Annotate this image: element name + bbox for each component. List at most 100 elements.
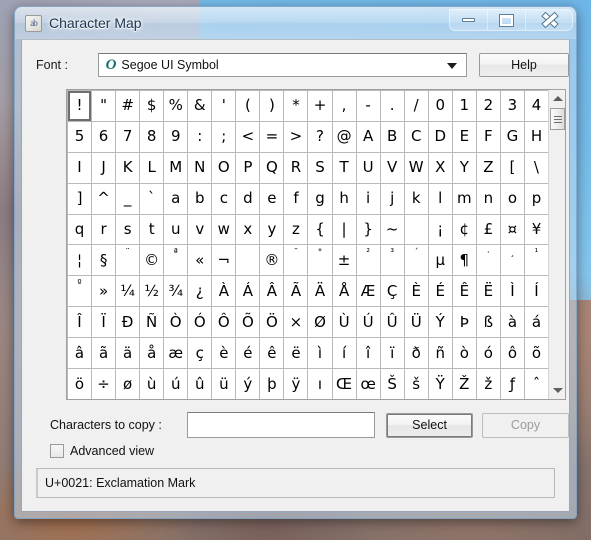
character-cell[interactable]: ¯ [284,245,308,276]
character-cell[interactable]: l [428,183,452,214]
character-cell[interactable]: F [476,121,500,152]
character-cell[interactable]: Z [476,152,500,183]
character-cell[interactable]: U [356,152,380,183]
character-cell[interactable]: œ [356,369,380,399]
character-cell[interactable]: ? [308,121,332,152]
advanced-view-row[interactable]: Advanced view [50,444,154,458]
character-cell[interactable]: H [524,121,548,152]
character-cell[interactable]: * [284,91,308,121]
character-cell[interactable]: § [92,245,116,276]
character-cell[interactable]: Ü [404,307,428,338]
character-cell[interactable]: s [116,214,140,245]
character-cell[interactable]: K [116,152,140,183]
character-cell[interactable]: V [380,152,404,183]
character-cell[interactable]: ÷ [92,369,116,399]
character-cell[interactable]: À [212,276,236,307]
character-cell[interactable]: ¨ [116,245,140,276]
character-cell[interactable]: ö [68,369,92,399]
character-cell[interactable]: ß [476,307,500,338]
character-cell[interactable]: % [164,91,188,121]
advanced-view-checkbox[interactable] [50,444,64,458]
close-button[interactable] [526,10,572,30]
help-button[interactable]: Help [479,53,569,77]
character-cell[interactable]: ¬ [212,245,236,276]
character-cell[interactable]: å [140,338,164,369]
character-cell[interactable]: [ [500,152,524,183]
character-cell[interactable]: Ö [260,307,284,338]
character-cell[interactable]: B [380,121,404,152]
font-combobox[interactable]: O Segoe UI Symbol [97,53,468,77]
character-cell[interactable]: ¦ [68,245,92,276]
character-cell[interactable]: A [356,121,380,152]
character-cell[interactable]: P [236,152,260,183]
character-cell[interactable]: Ð [116,307,140,338]
character-cell[interactable]: Ñ [140,307,164,338]
character-cell[interactable]: } [356,214,380,245]
select-button[interactable]: Select [386,412,474,438]
character-cell[interactable]: h [332,183,356,214]
character-cell[interactable]: \ [524,152,548,183]
character-cell[interactable]: T [332,152,356,183]
character-cell[interactable]: Y [452,152,476,183]
minimize-button[interactable] [450,10,488,30]
character-cell[interactable]: à [500,307,524,338]
character-cell[interactable]: m [452,183,476,214]
grid-vertical-scrollbar[interactable] [548,90,565,399]
character-cell[interactable]: Â [260,276,284,307]
character-cell[interactable]: j [380,183,404,214]
character-cell[interactable]: È [404,276,428,307]
character-cell[interactable]: Ý [428,307,452,338]
character-cell[interactable]: u [164,214,188,245]
character-cell[interactable]: y [260,214,284,245]
character-cell[interactable]: X [428,152,452,183]
character-cell[interactable]: Ÿ [428,369,452,399]
character-cell[interactable]: í [332,338,356,369]
character-cell[interactable]: ó [476,338,500,369]
character-cell[interactable]: Ô [212,307,236,338]
character-cell[interactable]: É [428,276,452,307]
character-cell[interactable]: Q [260,152,284,183]
character-cell[interactable]: z [284,214,308,245]
character-cell[interactable]: ½ [140,276,164,307]
character-cell[interactable]: ë [284,338,308,369]
character-cell[interactable]: , [332,91,356,121]
character-cell[interactable]: ; [212,121,236,152]
character-cell[interactable]: / [404,91,428,121]
character-cell[interactable]: ï [380,338,404,369]
character-cell[interactable]: i [356,183,380,214]
character-cell[interactable]: ð [404,338,428,369]
character-cell[interactable]: ¾ [164,276,188,307]
character-cell[interactable]: Ù [332,307,356,338]
character-cell[interactable]: ­ [236,245,260,276]
character-cell[interactable]: { [308,214,332,245]
character-cell[interactable]: ƒ [500,369,524,399]
character-cell[interactable]: : [188,121,212,152]
character-cell[interactable]: o [500,183,524,214]
character-cell[interactable]: Î [68,307,92,338]
character-cell[interactable]: # [116,91,140,121]
character-cell[interactable]: x [236,214,260,245]
character-cell[interactable]: ^ [92,183,116,214]
character-cell[interactable]: $ [140,91,164,121]
character-cell[interactable]: ê [260,338,284,369]
character-cell[interactable]: ä [116,338,140,369]
character-cell[interactable]: á [524,307,548,338]
scroll-down-button[interactable] [549,382,566,399]
character-cell[interactable]: e [260,183,284,214]
character-cell[interactable]: 6 [92,121,116,152]
character-cell[interactable]: Ú [356,307,380,338]
character-cell[interactable]: ) [260,91,284,121]
character-cell[interactable]: ¶ [452,245,476,276]
character-cell[interactable]: ı [308,369,332,399]
character-cell[interactable]: n [476,183,500,214]
character-cell[interactable]: Á [236,276,260,307]
character-cell[interactable]: ' [212,91,236,121]
character-cell[interactable]: ± [332,245,356,276]
character-cell[interactable]: ¥ [524,214,548,245]
character-cell[interactable]: O [212,152,236,183]
character-cell[interactable]: t [140,214,164,245]
character-cell[interactable]: d [236,183,260,214]
character-cell[interactable]: Ï [92,307,116,338]
character-cell[interactable]: ° [308,245,332,276]
character-cell[interactable]: Ì [500,276,524,307]
